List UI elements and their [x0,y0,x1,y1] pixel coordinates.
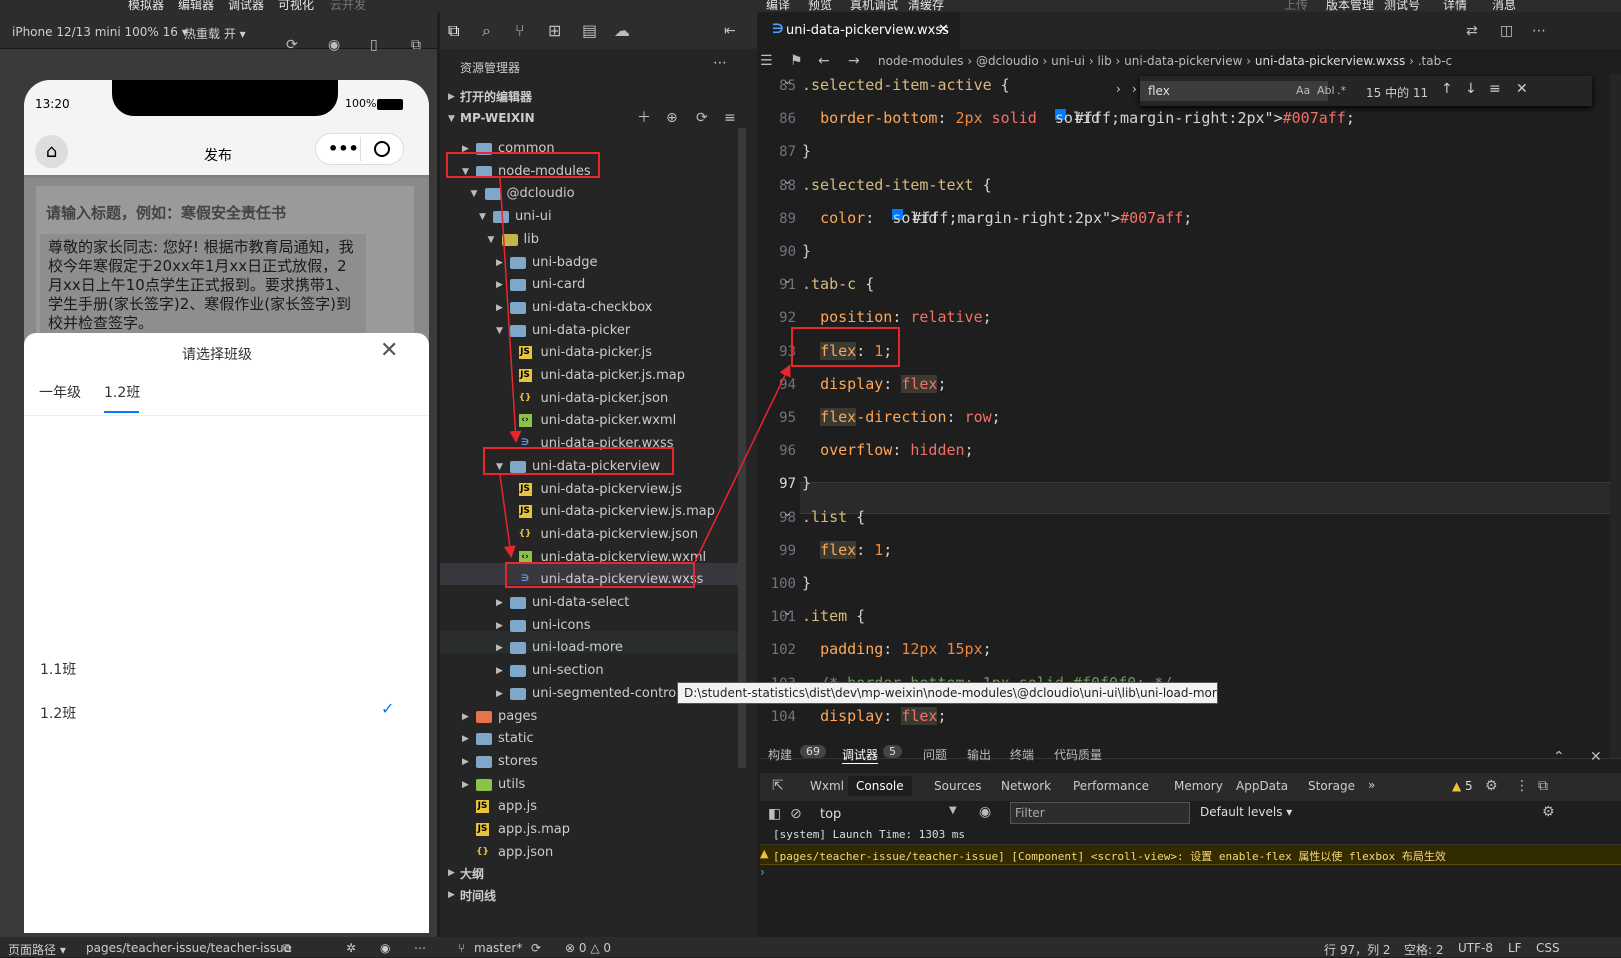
annotation-arrows [499,177,791,563]
